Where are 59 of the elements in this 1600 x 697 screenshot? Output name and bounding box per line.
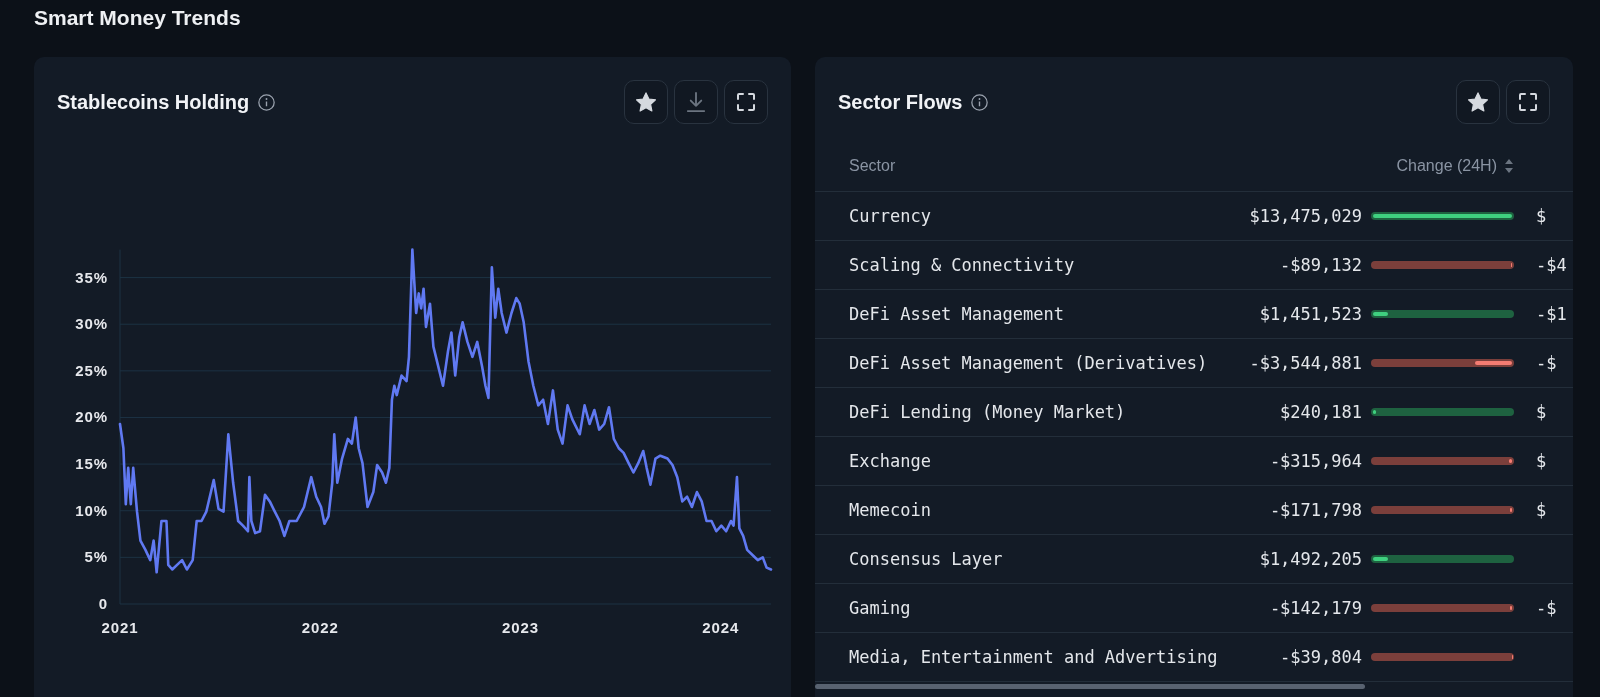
change-value: -$142,179 bbox=[1269, 597, 1362, 619]
sector-name: Media, Entertainment and Advertising bbox=[849, 646, 1218, 668]
table-cell-text: -$ bbox=[1535, 597, 1557, 619]
table-cell-text: $ bbox=[1535, 499, 1547, 521]
star-icon bbox=[636, 92, 656, 112]
change-value: -$89,132 bbox=[1280, 254, 1362, 276]
sector-name: Gaming bbox=[849, 597, 911, 619]
change-value: -$315,964 bbox=[1269, 450, 1362, 472]
y-axis-label: 25% bbox=[75, 361, 108, 379]
scrollbar-thumb[interactable] bbox=[815, 684, 1365, 689]
table-cell-text: -$ bbox=[1535, 352, 1557, 374]
section-title: Smart Money Trends bbox=[34, 5, 241, 31]
x-axis-label: 2024 bbox=[702, 619, 740, 636]
card-title: Sector Flows bbox=[838, 90, 963, 114]
change-value: $1,492,205 bbox=[1259, 548, 1362, 570]
sector-name: DeFi Lending (Money Market) bbox=[849, 401, 1126, 423]
y-axis-label: 15% bbox=[75, 455, 108, 473]
y-axis-label: 20% bbox=[75, 408, 108, 426]
fullscreen-button[interactable] bbox=[724, 80, 768, 124]
change-value: -$3,544,881 bbox=[1249, 352, 1362, 374]
column-header: Sector bbox=[849, 156, 896, 176]
table-cell-text: -$4 bbox=[1535, 254, 1567, 276]
y-axis-label: 5% bbox=[84, 548, 108, 566]
y-axis-label: 10% bbox=[75, 501, 108, 519]
card-title: Stablecoins Holding bbox=[57, 90, 250, 114]
sector-name: DeFi Asset Management (Derivatives) bbox=[849, 352, 1208, 374]
table-cell-text: $ bbox=[1535, 205, 1547, 227]
change-value: $240,181 bbox=[1280, 401, 1362, 423]
table-cell-text: -$1 bbox=[1535, 303, 1567, 325]
star-icon bbox=[1468, 92, 1488, 112]
change-value: $1,451,523 bbox=[1259, 303, 1362, 325]
y-axis-label: 0 bbox=[98, 595, 108, 612]
change-value: -$39,804 bbox=[1280, 646, 1362, 668]
sector-name: Memecoin bbox=[849, 499, 931, 521]
column-header[interactable]: Change (24H) bbox=[1396, 156, 1497, 176]
change-value: $13,475,029 bbox=[1249, 205, 1362, 227]
x-axis-label: 2023 bbox=[502, 619, 539, 636]
sector-name: Exchange bbox=[849, 450, 931, 472]
y-axis-label: 35% bbox=[75, 268, 108, 286]
x-axis-label: 2022 bbox=[301, 619, 339, 636]
star-button[interactable] bbox=[624, 80, 668, 124]
table-cell-text: $ bbox=[1535, 401, 1547, 423]
y-axis-label: 30% bbox=[75, 315, 108, 333]
sector-name: Consensus Layer bbox=[849, 548, 1003, 570]
fullscreen-icon bbox=[737, 93, 755, 111]
sector-name: DeFi Asset Management bbox=[849, 303, 1064, 325]
sector-name: Scaling & Connectivity bbox=[849, 254, 1075, 276]
download-button[interactable] bbox=[674, 80, 718, 124]
info-icon[interactable] bbox=[258, 93, 276, 111]
info-icon[interactable] bbox=[971, 93, 989, 111]
sort-icon[interactable] bbox=[1504, 158, 1514, 174]
sector-name: Currency bbox=[849, 205, 931, 227]
fullscreen-button[interactable] bbox=[1506, 80, 1550, 124]
table-cell-text: $ bbox=[1535, 450, 1547, 472]
download-icon bbox=[686, 92, 706, 112]
change-value: -$171,798 bbox=[1269, 499, 1362, 521]
x-axis-label: 2021 bbox=[101, 619, 139, 636]
fullscreen-icon bbox=[1519, 93, 1537, 111]
star-button[interactable] bbox=[1456, 80, 1500, 124]
